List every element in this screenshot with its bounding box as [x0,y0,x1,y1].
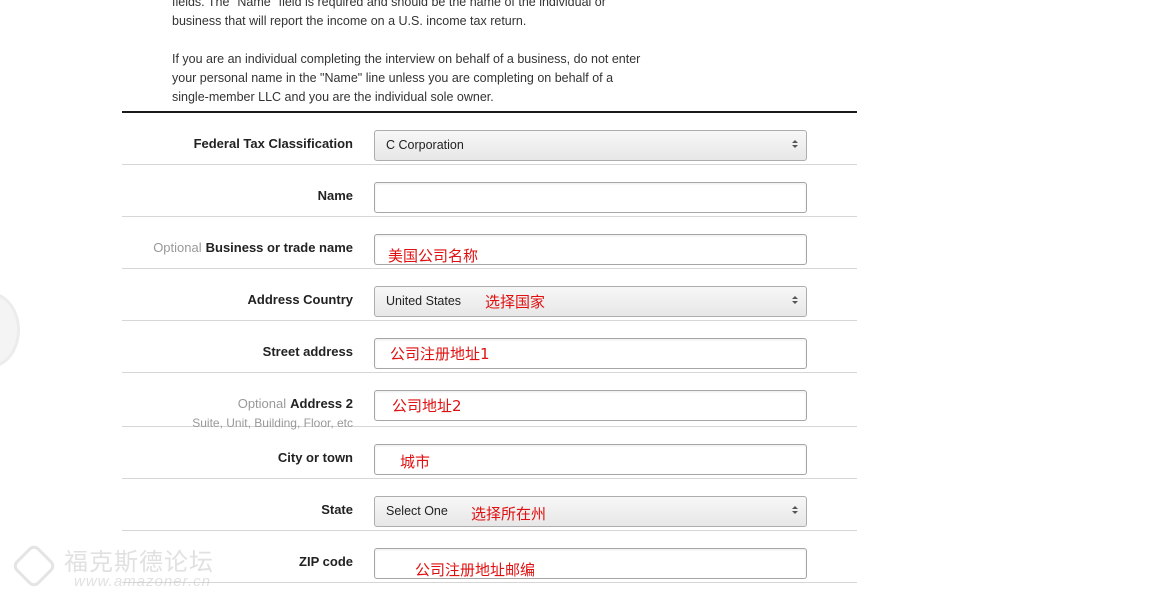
row-city: City or town 城市 [122,427,857,479]
instructions-paragraph-2: If you are an individual completing the … [172,52,641,104]
select-arrows-icon [792,505,798,517]
address-country-label: Address Country [247,292,353,307]
name-label: Name [317,188,353,203]
name-input[interactable] [374,182,807,213]
tax-classification-select[interactable]: C Corporation [374,130,807,161]
row-state: State Select One 选择所在州 [122,479,857,531]
zip-annotation: 公司注册地址邮编 [415,561,536,579]
business-name-label-text: Business or trade name [205,240,353,255]
instructions-paragraph-1: fields. The "Name" field is required and… [172,0,606,28]
row-tax-classification: Federal Tax Classification C Corporation [122,113,857,165]
optional-tag: Optional [153,240,202,255]
address2-annotation: 公司地址2 [392,397,462,415]
tax-classification-value: C Corporation [386,138,464,152]
street-address-label: Street address [262,344,353,359]
row-address2: Optional Address 2 Suite, Unit, Building,… [122,373,857,430]
watermark: 福克斯德论坛 www.amazoner.cn [8,540,228,596]
tax-classification-label: Federal Tax Classification [193,136,353,151]
city-label: City or town [277,450,353,465]
business-name-annotation: 美国公司名称 [388,247,479,265]
city-input[interactable] [374,444,807,475]
select-arrows-icon [792,139,798,151]
street-address-annotation: 公司注册地址1 [390,345,490,363]
row-address-country: Address Country United States 选择国家 [122,269,857,321]
address2-label-text: Address 2 [290,396,353,411]
address-country-select[interactable]: United States [374,286,807,317]
state-select[interactable]: Select One [374,496,807,527]
row-name: Name [122,165,857,217]
side-nav-button[interactable] [0,292,20,368]
watermark-logo-icon [10,542,58,590]
watermark-url: www.amazoner.cn [74,573,211,590]
city-annotation: 城市 [400,453,431,471]
address2-label: Optional Address 2 [238,396,353,411]
optional-tag: Optional [237,396,287,411]
w9-form: Federal Tax Classification C Corporation… [122,113,857,583]
state-annotation: 选择所在州 [471,505,547,523]
business-name-label: Optional Business or trade name [153,240,353,255]
instructions-text: fields. The "Name" field is required and… [172,0,642,107]
row-business-name: Optional Business or trade name 美国公司名称 [122,217,857,269]
watermark-title: 福克斯德论坛 [64,548,214,576]
state-label: State [321,502,353,517]
address-country-value: United States [386,294,462,308]
select-arrows-icon [792,295,798,307]
zip-label: ZIP code [299,554,353,569]
row-street-address: Street address 公司注册地址1 [122,321,857,373]
address-country-annotation: 选择国家 [485,293,546,311]
state-value: Select One [386,504,448,518]
row-zip: ZIP code 公司注册地址邮编 [122,531,857,583]
